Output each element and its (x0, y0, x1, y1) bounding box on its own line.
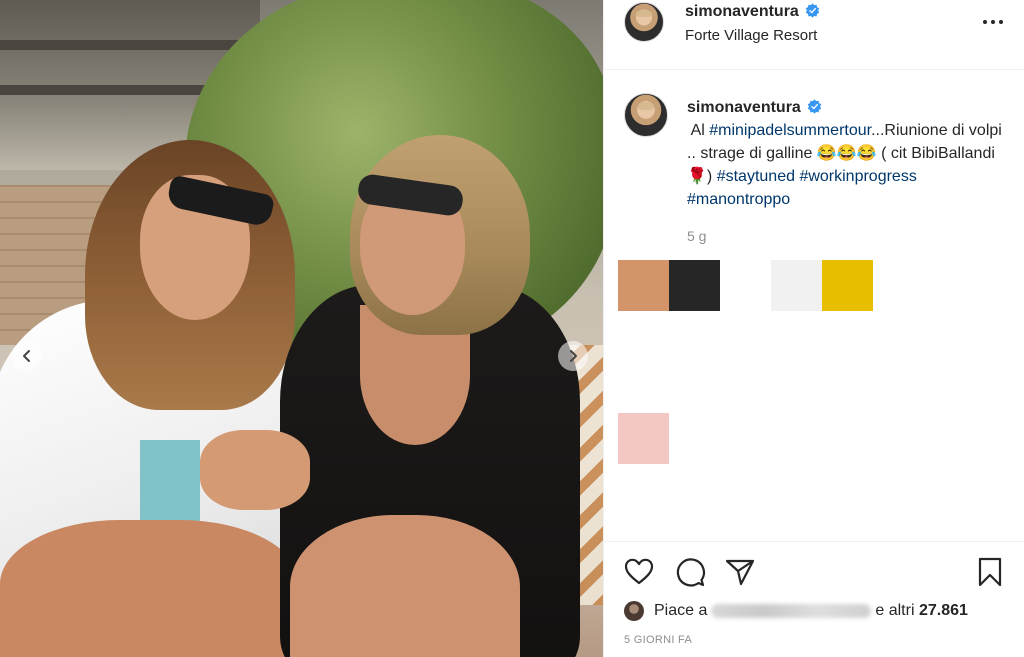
post-photo[interactable] (0, 0, 603, 657)
header-username[interactable]: simonaventura (685, 3, 820, 21)
verified-badge-icon (805, 3, 820, 18)
yellow-swatch (822, 260, 873, 311)
likes-prefix: Piace a (654, 602, 708, 619)
blurred-username (711, 604, 872, 618)
chevron-left-icon (23, 350, 30, 362)
likes-summary[interactable]: Piace a e altri 27.861 (624, 600, 968, 622)
username-text[interactable]: simonaventura (685, 3, 799, 20)
carousel-prev-button[interactable] (12, 341, 42, 371)
location-link[interactable]: Forte Village Resort (685, 27, 817, 44)
photo-person-left (0, 140, 310, 657)
hashtag-link[interactable]: #manontroppo (687, 191, 790, 208)
pink-swatch (618, 413, 669, 464)
comment-icon[interactable] (674, 556, 706, 588)
verified-badge-icon (807, 99, 822, 114)
hashtag-link[interactable]: #staytuned (717, 168, 795, 185)
caption-timestamp[interactable]: 5 g (687, 228, 706, 244)
likes-middle: e altri (875, 602, 915, 619)
more-options-icon[interactable] (981, 12, 1005, 32)
post-side-panel: simonaventura Forte Village Resort simon… (603, 0, 1024, 657)
bookmark-icon[interactable] (974, 556, 1006, 588)
photo-hands (200, 430, 310, 510)
black-swatch (669, 260, 720, 311)
light-gray-swatch (771, 260, 822, 311)
post-actions: Piace a e altri 27.861 5 GIORNI FA (604, 541, 1024, 657)
caption-avatar[interactable] (624, 93, 668, 137)
post-age[interactable]: 5 GIORNI FA (624, 634, 692, 646)
post-header: simonaventura Forte Village Resort (604, 0, 1024, 70)
photo-beam (0, 85, 230, 95)
caption-username[interactable]: simonaventura (687, 99, 801, 116)
likes-count[interactable]: 27.861 (919, 602, 968, 620)
chevron-right-icon (570, 350, 577, 362)
paper-plane-icon[interactable] (724, 556, 756, 588)
caption-intro: Al (687, 122, 710, 139)
photo-beam (0, 40, 240, 50)
heart-icon[interactable] (623, 556, 655, 588)
photo-person-right (270, 125, 590, 657)
hashtag-link[interactable]: #minipadelsummertour (709, 122, 871, 139)
avatar[interactable] (624, 2, 664, 42)
caption-text: simonaventura Al #minipadelsummertour...… (687, 96, 1007, 211)
tan-swatch (618, 260, 669, 311)
carousel-next-button[interactable] (558, 341, 588, 371)
avatar (624, 601, 644, 621)
hashtag-link[interactable]: #workinprogress (799, 168, 916, 185)
